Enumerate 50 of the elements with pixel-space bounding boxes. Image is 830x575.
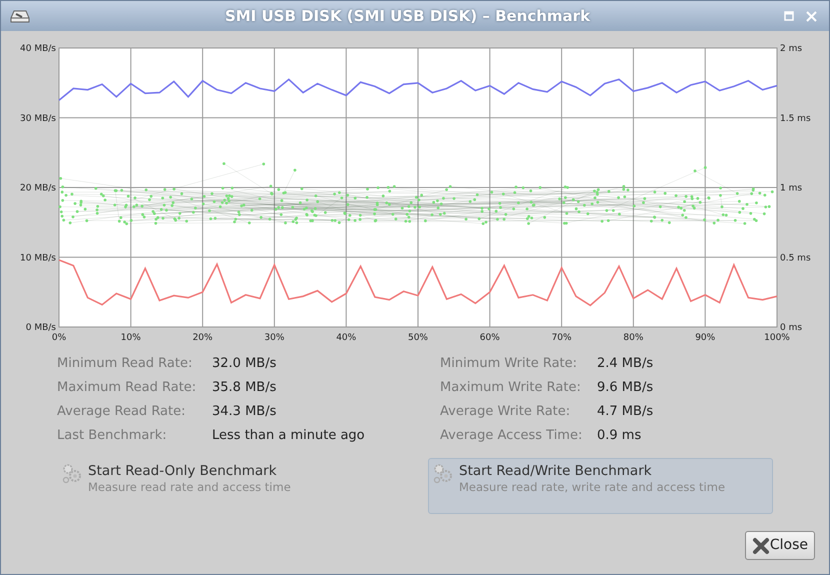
axis-label: 70% [552, 333, 572, 343]
axis-label: 50% [408, 333, 428, 343]
stat-value: 32.0 MB/s [212, 355, 276, 374]
axis-label: 30 MB/s [20, 114, 56, 124]
axis-label: 20% [192, 333, 213, 343]
action-title: Start Read/Write Benchmark [459, 462, 653, 480]
stat-value: 34.3 MB/s [212, 403, 276, 422]
stat-label: Minimum Read Rate: [57, 355, 194, 374]
stat-value: 9.6 MB/s [597, 379, 654, 398]
action-description: Measure read rate, write rate and access time [459, 480, 726, 495]
axis-label: 30% [264, 333, 284, 343]
stat-value: 0.9 ms [597, 427, 642, 446]
axis-label: 40% [336, 333, 356, 343]
axis-label: 0 MB/s [26, 323, 56, 333]
benchmark-button[interactable]: Start Read-Only Benchmark Measure read rate and access time [57, 458, 402, 514]
stat-value: 4.7 MB/s [597, 403, 654, 422]
axis-label: 10 MB/s [20, 253, 56, 264]
cross-icon [752, 536, 770, 554]
stat-label: Last Benchmark: [57, 427, 168, 446]
action-title: Start Read-Only Benchmark [88, 462, 278, 480]
stat-label: Maximum Write Rate: [440, 379, 582, 398]
stat-label: Average Read Rate: [57, 403, 187, 422]
maximize-icon[interactable] [784, 11, 794, 21]
axis-label: 10% [120, 333, 141, 343]
axis-label: 0.5 ms [780, 253, 811, 264]
stat-value: 2.4 MB/s [597, 355, 654, 374]
close-button[interactable]: Close [744, 531, 815, 560]
stat-label: Average Write Rate: [440, 403, 572, 422]
stat-label: Minimum Write Rate: [440, 355, 578, 374]
window-title: SMI USB DISK (SMI USB DISK) – Benchmark [224, 6, 592, 27]
gears-icon [432, 463, 454, 485]
axis-label: 1 ms [780, 184, 802, 194]
axis-label: 0% [52, 333, 66, 343]
axis-label: 90% [695, 333, 716, 343]
close-icon[interactable] [806, 10, 817, 22]
stat-label: Average Access Time: [440, 427, 584, 446]
axis-label: 1.5 ms [780, 114, 811, 124]
axis-label: 60% [480, 333, 500, 343]
stat-label: Maximum Read Rate: [57, 379, 198, 398]
axis-label: 80% [623, 333, 644, 343]
axis-label: 2 ms [780, 44, 802, 54]
stat-value: 35.8 MB/s [212, 379, 276, 398]
stat-value: Less than a minute ago [212, 427, 365, 446]
benchmark-button[interactable]: Start Read/Write Benchmark Measure read rate, write rate and access time [428, 458, 773, 514]
action-description: Measure read rate and access time [88, 480, 291, 495]
gears-icon [61, 463, 83, 485]
axis-label: 20 MB/s [20, 184, 56, 194]
axis-label: 0 ms [780, 323, 802, 333]
axis-label: 100% [764, 333, 790, 343]
axis-label: 40 MB/s [20, 44, 56, 54]
